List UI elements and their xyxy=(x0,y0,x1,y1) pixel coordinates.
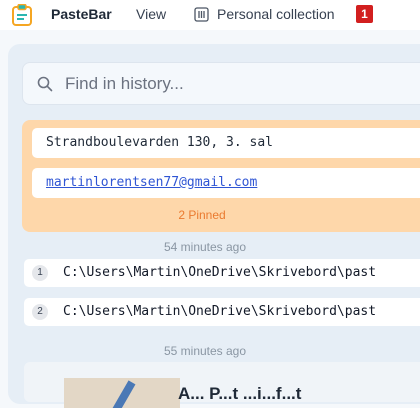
app-name: PasteBar xyxy=(51,6,112,22)
menu-view[interactable]: View xyxy=(136,6,166,22)
history-item[interactable]: 1 C:\Users\Martin\OneDrive\Skrivebord\pa… xyxy=(24,259,420,287)
pinned-count-label[interactable]: 2 Pinned xyxy=(22,208,382,222)
clipboard-icon[interactable] xyxy=(12,4,32,26)
pinned-item-text: Strandboulevarden 130, 3. sal xyxy=(46,135,273,150)
book-icon[interactable] xyxy=(194,7,209,22)
image-thumbnail xyxy=(64,378,180,408)
time-divider: 54 minutes ago xyxy=(163,240,247,254)
search-placeholder: Find in history... xyxy=(65,74,184,93)
history-item-text: C:\Users\Martin\OneDrive\Skrivebord\past xyxy=(63,304,377,319)
history-item-text: C:\Users\Martin\OneDrive\Skrivebord\past xyxy=(63,265,377,280)
time-divider: 55 minutes ago xyxy=(163,344,247,358)
history-item-title: A... P...t ...i...f...t xyxy=(178,384,302,403)
search-input[interactable]: Find in history... xyxy=(22,62,420,105)
pinned-item[interactable]: martinlorentsen77@gmail.com xyxy=(32,168,420,198)
item-index: 2 xyxy=(32,304,48,320)
history-item-image[interactable]: A... P...t ...i...f...t xyxy=(24,362,420,408)
collection-selector[interactable]: Personal collection xyxy=(217,6,335,22)
item-index: 1 xyxy=(32,265,48,281)
history-item[interactable]: 2 C:\Users\Martin\OneDrive\Skrivebord\pa… xyxy=(24,298,420,326)
pinned-item[interactable]: Strandboulevarden 130, 3. sal xyxy=(32,128,420,158)
top-bar: PasteBar View Personal collection 1 xyxy=(0,0,420,30)
search-icon xyxy=(37,76,53,92)
notification-badge[interactable]: 1 xyxy=(356,5,373,23)
pinned-item-link[interactable]: martinlorentsen77@gmail.com xyxy=(46,175,257,190)
pinned-section: Strandboulevarden 130, 3. sal martinlore… xyxy=(22,120,420,232)
